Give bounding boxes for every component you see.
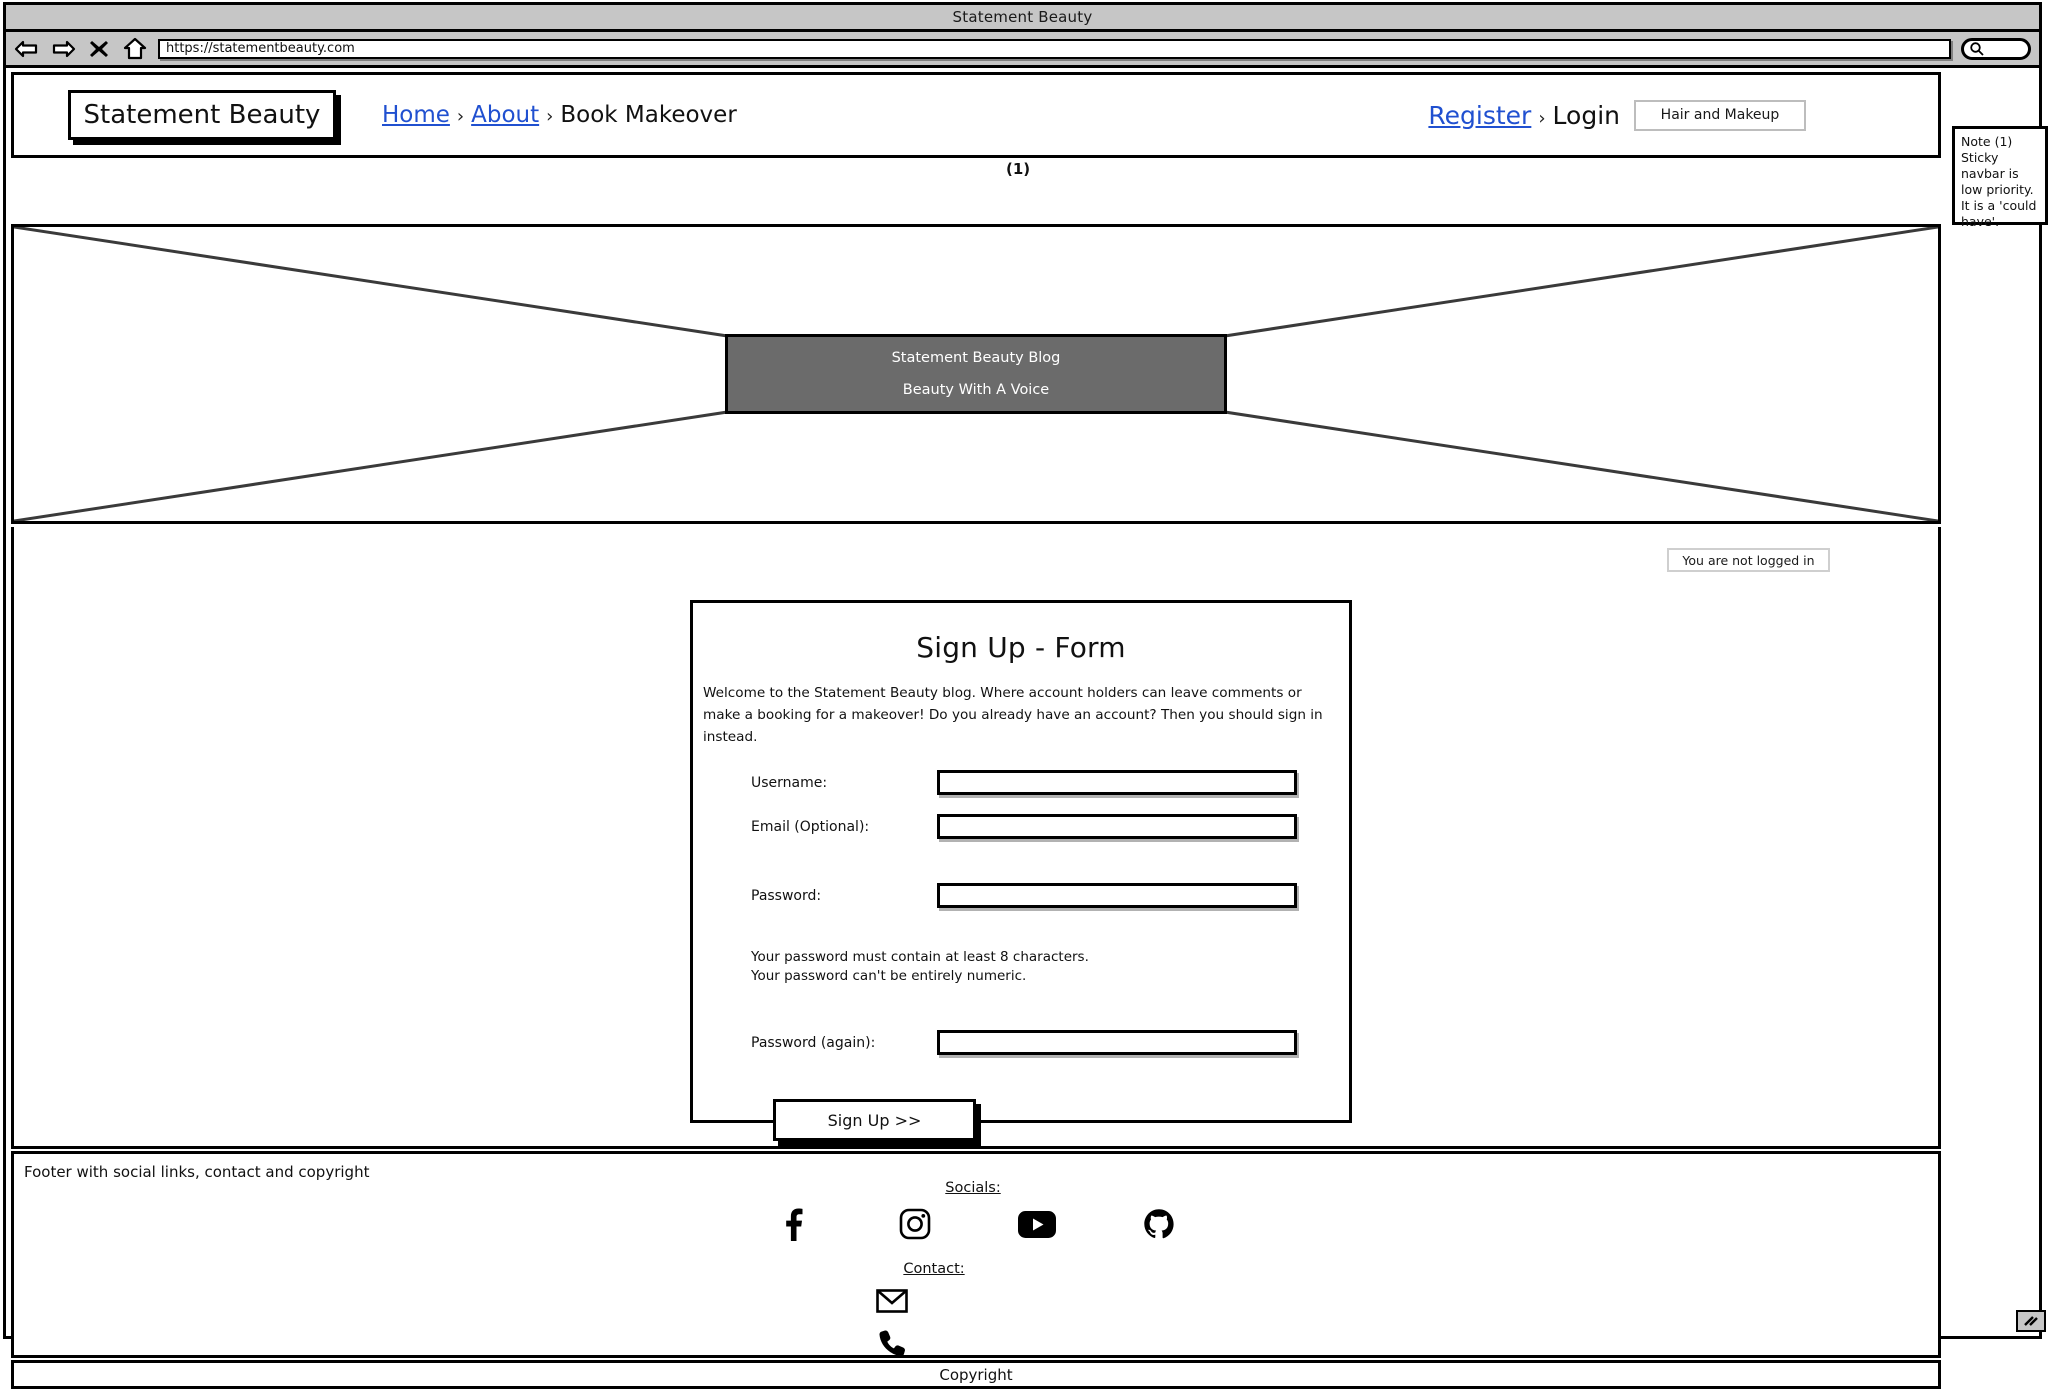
username-label: Username:	[751, 775, 937, 791]
url-bar[interactable]: https://statementbeauty.com	[158, 39, 1951, 59]
browser-titlebar: Statement Beauty	[6, 5, 2039, 32]
browser-window: Statement Beauty https://statementbeauty…	[3, 2, 2042, 1339]
login-status-badge: You are not logged in	[1667, 548, 1830, 572]
phone-icon[interactable]	[875, 1326, 909, 1360]
password-again-input[interactable]	[937, 1030, 1297, 1055]
browser-toolbar: https://statementbeauty.com	[6, 32, 2039, 68]
password-help-line-2: Your password can't be entirely numeric.	[751, 967, 1349, 986]
search-icon	[1969, 41, 1985, 57]
breadcrumb-separator: ›	[546, 106, 553, 127]
category-dropdown-hair-and-makeup[interactable]: Hair and Makeup	[1634, 100, 1806, 131]
back-arrow-icon[interactable]	[14, 36, 40, 62]
email-input[interactable]	[937, 814, 1297, 839]
auth-links: Register › Login	[1428, 101, 1620, 130]
breadcrumb-item-book-makeover[interactable]: Book Makeover	[560, 102, 736, 128]
username-input[interactable]	[937, 770, 1297, 795]
category-dropdown-label: Hair and Makeup	[1661, 107, 1780, 123]
page-viewport: Statement Beauty Home › About › Book Mak…	[6, 68, 2039, 1336]
form-intro-text: Welcome to the Statement Beauty blog. Wh…	[703, 682, 1335, 748]
contact-icons-group	[875, 1284, 909, 1360]
instagram-icon[interactable]	[896, 1205, 934, 1243]
window-resize-grip[interactable]	[2016, 1310, 2046, 1332]
site-logo-text: Statement Beauty	[84, 100, 321, 130]
site-logo[interactable]: Statement Beauty	[68, 90, 336, 140]
annotation-note-1-text: Note (1) Sticky navbar is low priority. …	[1961, 134, 2036, 229]
password-help: Your password must contain at least 8 ch…	[751, 948, 1349, 986]
breadcrumb-item-home[interactable]: Home	[382, 102, 450, 128]
contact-label: Contact:	[903, 1261, 964, 1277]
stop-x-icon[interactable]	[86, 36, 112, 62]
window-title: Statement Beauty	[953, 8, 1093, 26]
footer-note-text: Footer with social links, contact and co…	[24, 1163, 369, 1181]
browser-search-box[interactable]	[1961, 38, 2031, 60]
annotation-note-1: Note (1) Sticky navbar is low priority. …	[1952, 126, 2048, 225]
email-label: Email (Optional):	[751, 819, 937, 835]
email-icon[interactable]	[875, 1284, 909, 1318]
facebook-icon[interactable]	[774, 1205, 812, 1243]
password-input[interactable]	[937, 883, 1297, 908]
copyright-bar: Copyright	[11, 1360, 1941, 1389]
github-icon[interactable]	[1140, 1205, 1178, 1243]
main-content: You are not logged in Sign Up - Form Wel…	[11, 527, 1941, 1149]
url-text: https://statementbeauty.com	[166, 41, 355, 56]
submit-row: Sign Up >>	[773, 1099, 1349, 1141]
socials-row	[774, 1205, 1178, 1243]
footer-center-group: Socials:	[14, 1180, 1938, 1360]
socials-label: Socials:	[945, 1180, 1000, 1196]
site-navbar: Statement Beauty Home › About › Book Mak…	[11, 72, 1941, 158]
breadcrumb-separator: ›	[457, 106, 464, 127]
breadcrumb-item-about[interactable]: About	[471, 102, 539, 128]
hero-image-placeholder: Statement Beauty Blog Beauty With A Voic…	[11, 224, 1941, 524]
hero-subtitle: Beauty With A Voice	[903, 382, 1049, 398]
youtube-icon[interactable]	[1018, 1205, 1056, 1243]
note-reference-marker: (1)	[1006, 160, 1030, 178]
forward-arrow-icon[interactable]	[50, 36, 76, 62]
register-link[interactable]: Register	[1428, 101, 1531, 130]
hero-caption-box: Statement Beauty Blog Beauty With A Voic…	[725, 334, 1227, 414]
signup-form-card: Sign Up - Form Welcome to the Statement …	[690, 600, 1352, 1123]
hero-title: Statement Beauty Blog	[892, 350, 1061, 366]
breadcrumb: Home › About › Book Makeover	[382, 102, 737, 128]
site-footer: Footer with social links, contact and co…	[11, 1151, 1941, 1358]
password-label: Password:	[751, 888, 937, 904]
field-row-email: Email (Optional):	[693, 814, 1349, 839]
field-row-password-again: Password (again):	[693, 1030, 1349, 1055]
password-help-line-1: Your password must contain at least 8 ch…	[751, 948, 1349, 967]
copyright-text: Copyright	[939, 1366, 1012, 1384]
password-again-label: Password (again):	[751, 1035, 937, 1051]
field-row-username: Username:	[693, 770, 1349, 795]
field-row-password: Password:	[693, 883, 1349, 908]
navbar-right-group: Register › Login Hair and Makeup	[1428, 100, 1806, 131]
login-status-text: You are not logged in	[1682, 553, 1814, 568]
home-icon[interactable]	[122, 36, 148, 62]
form-title: Sign Up - Form	[693, 631, 1349, 664]
auth-separator: ›	[1538, 108, 1545, 129]
sign-up-button[interactable]: Sign Up >>	[773, 1099, 976, 1141]
login-link[interactable]: Login	[1553, 101, 1620, 130]
